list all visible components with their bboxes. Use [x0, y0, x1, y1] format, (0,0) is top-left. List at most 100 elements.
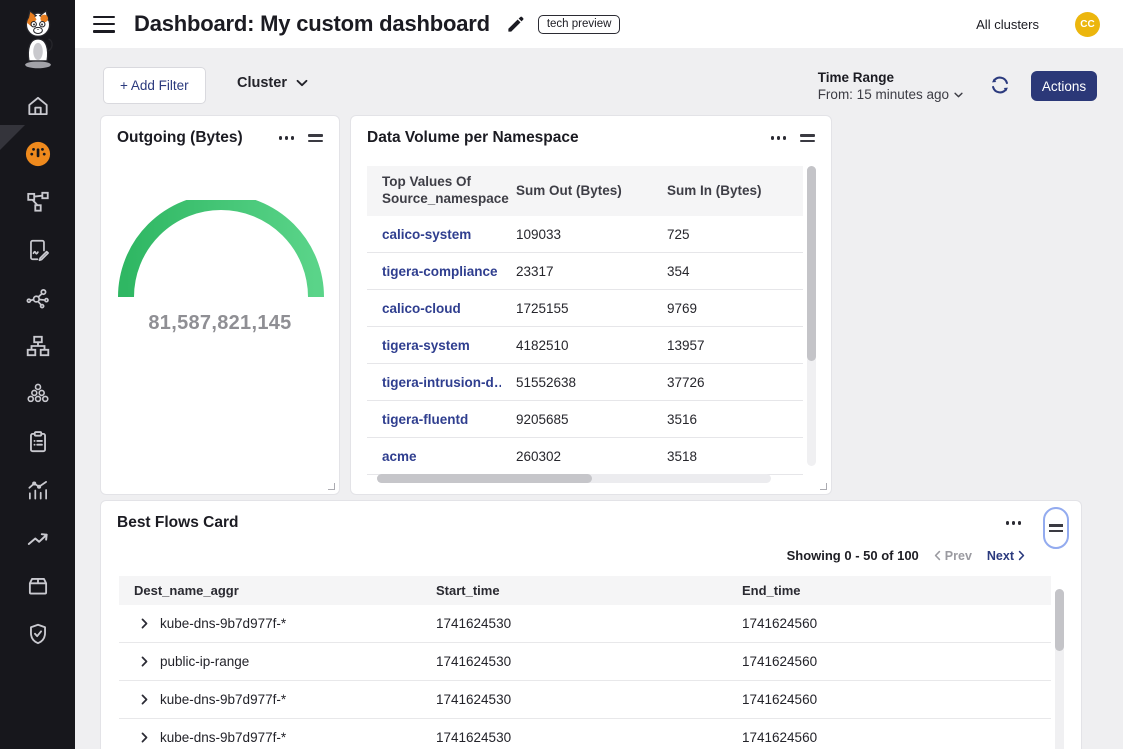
trend-arrow-icon — [25, 525, 51, 551]
shield-check-icon — [25, 621, 51, 647]
refresh-icon[interactable] — [989, 74, 1011, 96]
card-menu-icon[interactable] — [279, 132, 294, 143]
report-edit-icon — [25, 237, 51, 263]
card-menu-icon[interactable] — [1006, 517, 1021, 528]
table-row: calico-cloud 1725155 9769 — [367, 290, 803, 327]
sidebar-item-statistics[interactable] — [24, 476, 52, 504]
sidebar-item-trends[interactable] — [24, 524, 52, 552]
sidebar-item-reports[interactable] — [24, 236, 52, 264]
sidebar-item-threat-defense[interactable] — [24, 620, 52, 648]
expand-row-chevron-icon[interactable] — [139, 656, 150, 667]
namespace-link[interactable]: acme — [367, 449, 501, 464]
calico-cat-logo[interactable] — [17, 6, 59, 72]
tech-preview-badge: tech preview — [538, 15, 621, 34]
sum-in-value: 3516 — [652, 412, 803, 427]
prev-page-button[interactable]: Prev — [934, 549, 972, 563]
sitemap-icon — [25, 333, 51, 359]
table-row: acme 260302 3518 — [367, 438, 803, 475]
expand-row-chevron-icon[interactable] — [139, 694, 150, 705]
add-filter-button[interactable]: + Add Filter — [103, 67, 206, 104]
expand-row-chevron-icon[interactable] — [139, 732, 150, 743]
hamburger-menu-icon[interactable] — [93, 16, 115, 33]
column-header: Top Values Of Source_namespace — [367, 174, 501, 208]
table-row: kube-dns-9b7d977f-* 1741624530 174162456… — [119, 681, 1051, 719]
column-header: Dest_name_aggr — [119, 583, 436, 598]
sidebar-item-policies[interactable] — [24, 332, 52, 360]
namespace-table: Top Values Of Source_namespace Sum Out (… — [367, 166, 803, 475]
vertical-scrollbar[interactable] — [1055, 589, 1064, 749]
data-volume-namespace-card: Data Volume per Namespace Top Values Of … — [350, 115, 832, 495]
sidebar — [0, 0, 75, 749]
sidebar-item-service-graph[interactable] — [24, 188, 52, 216]
dest-name: kube-dns-9b7d977f-* — [160, 616, 286, 631]
start-time: 1741624530 — [436, 654, 742, 669]
namespace-link[interactable]: calico-cloud — [367, 301, 501, 316]
namespace-link[interactable]: tigera-fluentd — [367, 412, 501, 427]
graph-hub-icon — [25, 285, 51, 311]
expand-row-chevron-icon[interactable] — [139, 618, 150, 629]
table-row: tigera-intrusion-d… 51552638 37726 — [367, 364, 803, 401]
cluster-scope-selector[interactable]: All clusters — [976, 17, 1039, 32]
sum-out-value: 9205685 — [501, 412, 652, 427]
table-header-row: Top Values Of Source_namespace Sum Out (… — [367, 166, 803, 216]
sidebar-item-flow-visualizer[interactable] — [24, 284, 52, 312]
card-resize-handle[interactable] — [328, 483, 335, 490]
cluster-nodes-icon — [25, 381, 51, 407]
start-time: 1741624530 — [436, 692, 742, 707]
sidebar-item-dashboards[interactable] — [24, 140, 52, 168]
column-header: Sum In (Bytes) — [652, 183, 803, 200]
card-drag-handle-icon[interactable] — [800, 131, 815, 144]
namespace-link[interactable]: tigera-compliance — [367, 264, 501, 279]
vertical-scrollbar[interactable] — [807, 166, 816, 466]
next-page-button[interactable]: Next — [987, 549, 1025, 563]
chevron-right-icon — [1018, 550, 1025, 561]
end-time: 1741624560 — [742, 730, 1051, 745]
home-icon — [25, 93, 51, 119]
column-header: Start_time — [436, 583, 742, 598]
sum-out-value: 51552638 — [501, 375, 652, 390]
gauge-chart — [117, 200, 325, 300]
sum-out-value: 1725155 — [501, 301, 652, 316]
sidebar-item-home[interactable] — [24, 92, 52, 120]
cluster-filter-label: Cluster — [237, 75, 287, 91]
sidebar-item-compliance[interactable] — [24, 428, 52, 456]
card-drag-handle-icon[interactable] — [308, 131, 323, 144]
sum-out-value: 109033 — [501, 227, 652, 242]
sum-in-value: 13957 — [652, 338, 803, 353]
table-header-row: Dest_name_aggr Start_time End_time — [119, 576, 1051, 605]
namespace-link[interactable]: tigera-intrusion-d… — [367, 375, 501, 390]
time-range-label: Time Range — [818, 70, 963, 85]
time-range-value-dropdown[interactable]: From: 15 minutes ago — [818, 87, 963, 102]
bar-stats-icon — [25, 477, 51, 503]
card-drag-handle-focused[interactable] — [1043, 507, 1069, 549]
dest-name: public-ip-range — [160, 654, 249, 669]
best-flows-card: Best Flows Card Showing 0 - 50 of 100 Pr… — [100, 500, 1082, 749]
table-row: calico-system 109033 725 — [367, 216, 803, 253]
time-range-control: Time Range From: 15 minutes ago — [818, 70, 963, 102]
namespace-link[interactable]: calico-system — [367, 227, 501, 242]
sum-out-value: 4182510 — [501, 338, 652, 353]
dashboard-gauge-icon — [25, 141, 51, 167]
user-avatar[interactable]: CC — [1075, 12, 1100, 37]
table-row: kube-dns-9b7d977f-* 1741624530 174162456… — [119, 719, 1051, 749]
package-icon — [25, 573, 51, 599]
showing-range-text: Showing 0 - 50 of 100 — [787, 548, 919, 563]
cluster-filter-dropdown[interactable]: Cluster — [237, 75, 308, 91]
dest-name: kube-dns-9b7d977f-* — [160, 730, 286, 745]
sum-out-value: 260302 — [501, 449, 652, 464]
table-row: kube-dns-9b7d977f-* 1741624530 174162456… — [119, 605, 1051, 643]
namespace-link[interactable]: tigera-system — [367, 338, 501, 353]
card-title: Data Volume per Namespace — [367, 129, 579, 147]
actions-button[interactable]: Actions — [1031, 71, 1097, 101]
pagination: Showing 0 - 50 of 100 Prev Next — [787, 548, 1025, 563]
table-row: tigera-compliance 23317 354 — [367, 253, 803, 290]
sidebar-item-nodes[interactable] — [24, 380, 52, 408]
horizontal-scrollbar[interactable] — [377, 474, 771, 483]
edit-dashboard-pencil-icon[interactable] — [506, 15, 525, 34]
end-time: 1741624560 — [742, 616, 1051, 631]
card-menu-icon[interactable] — [771, 132, 786, 143]
table-row: public-ip-range 1741624530 1741624560 — [119, 643, 1051, 681]
outgoing-bytes-card: Outgoing (Bytes) 81,587,821,145 — [100, 115, 340, 495]
sidebar-item-workloads[interactable] — [24, 572, 52, 600]
card-resize-handle[interactable] — [820, 483, 827, 490]
